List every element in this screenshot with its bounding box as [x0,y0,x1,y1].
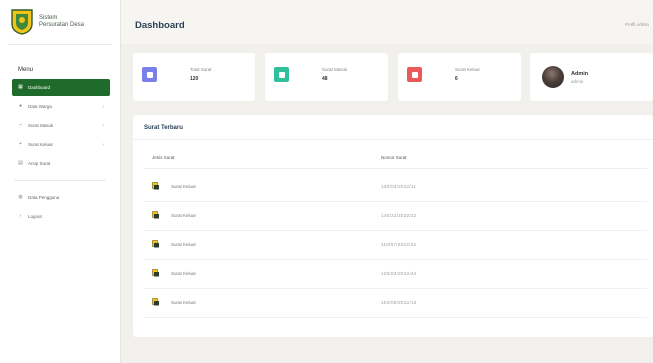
cell-jenis: Surat Keluar [171,271,197,276]
profile-card[interactable]: Admin admin [530,53,653,101]
divider [133,139,653,140]
archive-icon: ▤ [18,160,23,166]
logout-icon: › [19,213,22,219]
sidebar-item-data-pengguna[interactable]: ◍ Data Pengguna [12,189,110,206]
recent-letters-panel: Surat Terbaru Jenis Surat Nomor Surat Su… [133,115,653,337]
divider [144,168,647,169]
brand-line-1: Sistem [39,15,58,21]
header-user-link[interactable]: Profil Admin [625,22,649,27]
envelope-icon [152,211,159,219]
sidebar-item-label: Surat Masuk [28,123,54,128]
stat-label: Total Surat [190,67,212,72]
envelope-icon [152,240,159,248]
stat-value: 6 [455,76,458,82]
column-header-jenis[interactable]: Jenis Surat [152,155,175,160]
sidebar-item-label: Data Warga [28,104,52,109]
cell-nomor: 110/07/2022/33 [381,242,417,247]
sidebar-item-label: Data Pengguna [28,195,60,200]
envelope-icon [152,269,159,277]
divider [8,44,112,45]
top-header: Dashboard Profil Admin [121,0,653,44]
send-icon [407,67,422,82]
cell-nomor: 130/03/2022/11 [381,184,417,189]
sidebar-bottom-menu: ◍ Data Pengguna › Logout [0,189,120,225]
profile-role: admin [571,79,584,84]
sidebar-item-logout[interactable]: › Logout [12,208,110,225]
sidebar-item-label: Logout [28,214,42,219]
sidebar-item-label: Surat Keluar [28,142,54,147]
cell-nomor: 140/23/2022/22 [381,213,417,218]
table-row[interactable]: Surat Keluar 140/23/2022/22 [144,202,647,231]
stat-label: Surat Masuk [322,67,348,72]
envelope-icon [152,182,159,190]
cell-nomor: 120/03/2022/44 [381,271,417,276]
sidebar-item-surat-masuk[interactable]: – Surat Masuk › [12,117,110,134]
stat-card-surat-keluar: Surat Keluar 6 [398,53,521,101]
brand-text: Sistem Persuratan Desa [39,15,84,29]
avatar [542,66,564,88]
user-icon: ◍ [18,194,23,200]
cell-jenis: Surat Keluar [171,213,197,218]
stat-value: 48 [322,76,328,82]
chevron-right-icon: › [102,122,104,129]
cell-jenis: Surat Keluar [171,300,197,305]
cell-jenis: Surat Keluar [171,184,197,189]
sidebar-item-label: Dashboard [28,85,51,90]
brand-line-2: Persuratan Desa [39,22,85,28]
users-icon: ● [18,103,23,109]
sidebar-item-arsip-surat[interactable]: ▤ Arsip Surat [12,155,110,172]
sidebar-menu: ▦ Dashboard ● Data Warga › – Surat Masuk… [0,79,120,172]
table-row[interactable]: Surat Keluar 110/07/2022/33 [144,231,647,260]
envelope-icon [152,298,159,306]
document-icon [142,67,157,82]
chevron-right-icon: › [102,103,104,110]
column-header-nomor[interactable]: Nomor Surat [381,155,407,160]
page-title: Dashboard [135,20,185,31]
sidebar-item-label: Arsip Surat [28,161,51,166]
cell-jenis: Surat Keluar [171,242,197,247]
inbox-icon [274,67,289,82]
stat-card-surat-masuk: Surat Masuk 48 [265,53,388,101]
stat-card-total-surat: Total Surat 120 [133,53,255,101]
panel-title: Surat Terbaru [144,125,183,131]
divider [14,180,106,181]
profile-name: Admin [571,71,589,77]
send-icon: + [19,141,22,147]
sidebar: Sistem Persuratan Desa Menu ▦ Dashboard … [0,0,121,363]
sidebar-item-data-warga[interactable]: ● Data Warga › [12,98,110,115]
cell-nomor: 100/09/2022/13 [381,300,417,305]
sidebar-item-surat-keluar[interactable]: + Surat Keluar › [12,136,110,153]
grid-icon: ▦ [18,84,23,90]
menu-section-title: Menu [18,67,34,73]
inbox-icon: – [19,122,22,128]
village-logo-icon [11,9,33,35]
table-row[interactable]: Surat Keluar 100/09/2022/13 [144,289,647,318]
stat-value: 120 [190,76,199,82]
table-row[interactable]: Surat Keluar 130/03/2022/11 [144,173,647,202]
brand[interactable]: Sistem Persuratan Desa [0,0,120,44]
chevron-right-icon: › [102,141,104,148]
table-row[interactable]: Surat Keluar 120/03/2022/44 [144,260,647,289]
stat-label: Surat Keluar [455,67,481,72]
sidebar-item-dashboard[interactable]: ▦ Dashboard [12,79,110,96]
